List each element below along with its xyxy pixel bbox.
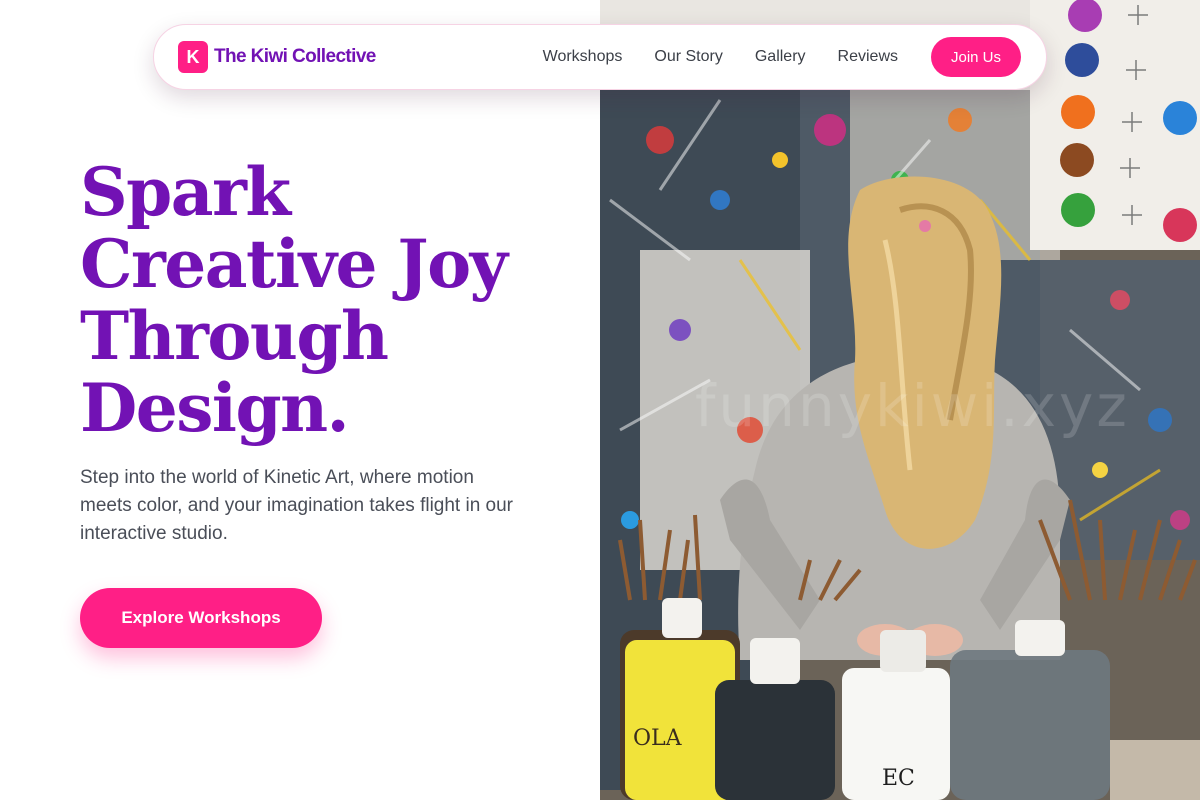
nav-link-reviews[interactable]: Reviews <box>838 48 898 66</box>
photo-watermark: funnykiwi.xyz <box>695 372 1130 440</box>
svg-text:EC: EC <box>882 766 915 791</box>
brand-name: The Kiwi Collective <box>214 46 376 67</box>
nav-link-gallery[interactable]: Gallery <box>755 48 806 66</box>
brand-logo-link[interactable]: K The Kiwi Collective <box>178 41 376 73</box>
nav-links: Workshops Our Story Gallery Reviews <box>543 48 898 66</box>
top-navbar: K The Kiwi Collective Workshops Our Stor… <box>153 24 1047 90</box>
hero-title-line: Design. <box>80 369 350 447</box>
nav-link-our-story[interactable]: Our Story <box>654 48 722 66</box>
hero-title-line: Spark <box>80 153 291 231</box>
nav-link-workshops[interactable]: Workshops <box>543 48 623 66</box>
hero-photo: OLA EC funnykiwi.xyz <box>600 0 1200 800</box>
explore-workshops-button[interactable]: Explore Workshops <box>80 588 322 648</box>
hero-title: Spark Creative Joy Through Design. <box>80 156 580 444</box>
brand-mark-icon: K <box>178 41 208 73</box>
join-us-button[interactable]: Join Us <box>931 37 1021 77</box>
hero-title-line: Through <box>80 297 389 375</box>
hero-subtitle: Step into the world of Kinetic Art, wher… <box>80 467 514 544</box>
svg-text:OLA: OLA <box>633 726 683 751</box>
hero-title-line: Creative Joy <box>80 225 508 303</box>
